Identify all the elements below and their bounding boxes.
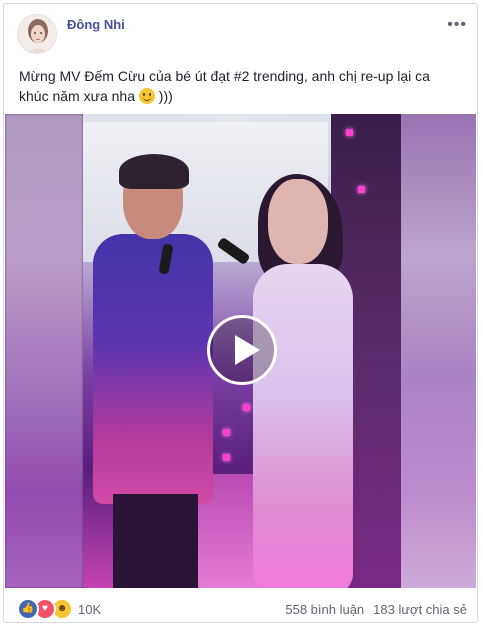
reaction-count: 10K <box>78 601 102 617</box>
video-blur-right <box>401 114 476 588</box>
stage-light <box>243 404 250 411</box>
avatar-image <box>18 15 56 53</box>
post-text-body: Mừng MV Đếm Cừu của bé út đạt #2 trendin… <box>19 68 430 104</box>
share-count[interactable]: 183 lượt chia sẻ <box>373 602 467 617</box>
post-text-suffix: ))) <box>158 88 173 104</box>
play-icon[interactable] <box>207 315 277 385</box>
stage-light <box>358 186 365 193</box>
post-header: Đông Nhi ••• <box>4 4 477 64</box>
video-player[interactable] <box>5 114 476 588</box>
singer-left-body <box>93 234 213 504</box>
stage-light <box>223 454 230 461</box>
video-blur-left <box>5 114 83 588</box>
slightly-smiling-face-icon <box>138 88 155 104</box>
singer-left-hair <box>119 154 189 189</box>
singer-left-legs <box>113 494 198 588</box>
like-icon: 👍 <box>17 598 39 620</box>
author-name[interactable]: Đông Nhi <box>67 17 125 32</box>
comment-count[interactable]: 558 bình luận <box>285 602 364 617</box>
stage-light <box>346 129 353 136</box>
singer-right-body <box>253 264 353 588</box>
post-card: Đông Nhi ••• Mừng MV Đếm Cừu của bé út đ… <box>3 3 478 623</box>
reactions-summary[interactable]: 👍 ♥ ☻ 10K <box>17 598 102 620</box>
post-stats: 558 bình luận 183 lượt chia sẻ <box>285 602 467 617</box>
singer-right-head <box>268 179 328 264</box>
more-options-icon[interactable]: ••• <box>447 16 467 34</box>
post-footer: 👍 ♥ ☻ 10K 558 bình luận 183 lượt chia sẻ <box>4 588 477 622</box>
avatar[interactable] <box>17 14 57 54</box>
stage-light <box>223 429 230 436</box>
post-text: Mừng MV Đếm Cừu của bé út đạt #2 trendin… <box>19 66 459 106</box>
